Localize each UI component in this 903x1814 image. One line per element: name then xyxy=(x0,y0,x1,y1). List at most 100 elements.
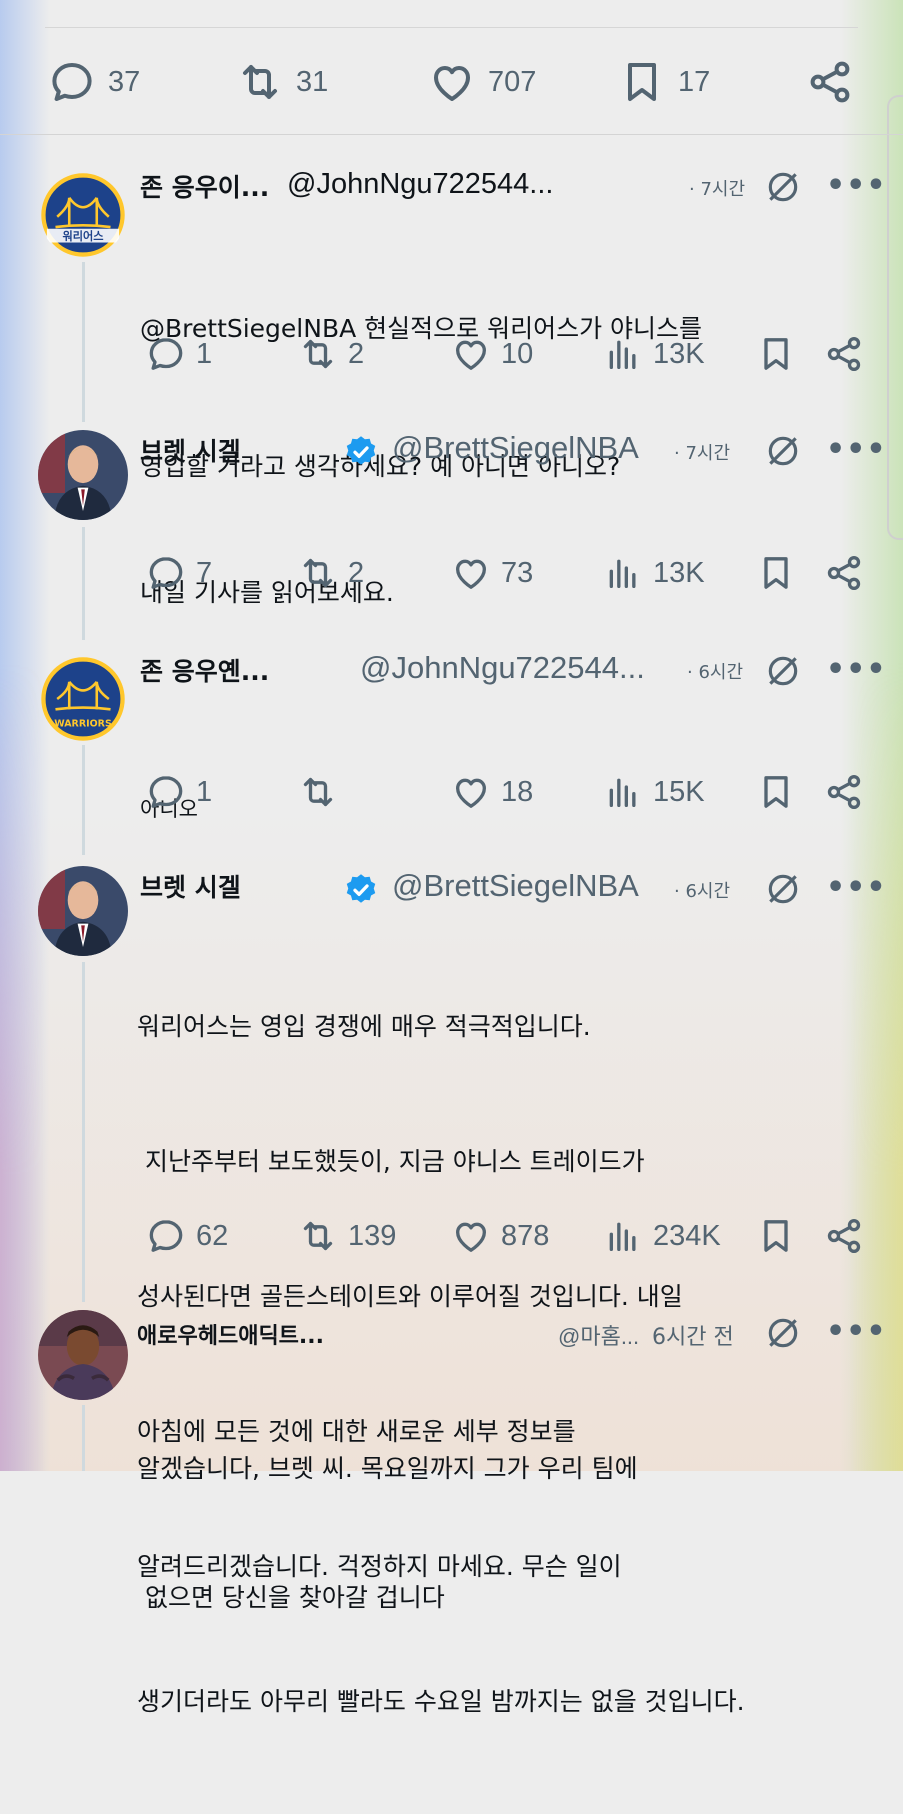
avatar[interactable]: 워리어스 xyxy=(40,172,126,258)
author-name[interactable]: 브렛 시겔 xyxy=(140,868,241,904)
grok-icon[interactable] xyxy=(764,652,802,690)
main-like-button[interactable]: 707 xyxy=(428,58,536,106)
reply-button[interactable]: 62 xyxy=(146,1216,228,1256)
bookmark-icon xyxy=(764,557,788,589)
timestamp[interactable]: · 6시간 xyxy=(687,658,743,684)
reply-icon xyxy=(149,776,183,808)
repost-icon xyxy=(303,339,333,369)
views-button[interactable]: 15K xyxy=(603,772,705,812)
repost-button[interactable] xyxy=(298,772,348,812)
main-tweet-actions: 37 31 707 17 xyxy=(0,58,903,108)
reply-count: 7 xyxy=(196,556,213,589)
avatar[interactable]: WARRIORS xyxy=(40,656,126,742)
bookmark-button[interactable] xyxy=(756,553,796,593)
reply-count: 1 xyxy=(196,337,213,370)
avatar-label: 워리어스 xyxy=(62,229,103,243)
repost-button[interactable]: 2 xyxy=(298,553,364,593)
tweet-text-line: 알겠습니다, 브렛 씨. 목요일까지 그가 우리 팀에 xyxy=(137,1454,638,1483)
more-options-icon[interactable]: ••• xyxy=(826,870,887,905)
author-name[interactable]: 존 응우옌... xyxy=(140,652,269,688)
more-options-icon[interactable]: ••• xyxy=(826,1314,887,1349)
scrollbar[interactable] xyxy=(887,95,903,540)
share-button[interactable] xyxy=(824,1216,864,1256)
author-handle[interactable]: @BrettSiegelNBA xyxy=(392,430,639,466)
share-icon xyxy=(827,555,861,591)
views-button[interactable]: 13K xyxy=(603,553,705,593)
warriors-logo-icon: 워리어스 xyxy=(41,173,125,257)
bookmark-button[interactable] xyxy=(756,334,796,374)
author-name[interactable]: 애로우헤드애딕트... xyxy=(137,1318,324,1350)
more-options-icon[interactable]: ••• xyxy=(826,168,887,203)
author-handle[interactable]: @마홈... xyxy=(558,1319,639,1351)
author-handle[interactable]: @JohnNgu722544... xyxy=(360,650,645,686)
timestamp[interactable]: · 7시간 xyxy=(689,175,745,201)
grok-icon[interactable] xyxy=(764,432,802,470)
reply-button[interactable]: 1 xyxy=(146,772,212,812)
profile-photo xyxy=(38,430,128,520)
bookmark-button[interactable] xyxy=(756,772,796,812)
grok-icon[interactable] xyxy=(764,1314,802,1352)
timestamp[interactable]: · 7시간 xyxy=(674,439,730,465)
bookmark-icon xyxy=(628,63,656,101)
like-button[interactable]: 878 xyxy=(451,1216,549,1256)
author-name[interactable]: 브렛 시겔 xyxy=(140,432,241,468)
more-options-icon[interactable]: ••• xyxy=(826,652,887,687)
repost-count: 2 xyxy=(348,337,365,370)
like-button[interactable]: 18 xyxy=(451,772,533,812)
avatar[interactable] xyxy=(38,430,128,520)
author-handle[interactable]: @JohnNgu722544... xyxy=(287,168,553,201)
tweet-text-line: 없으면 당신을 찾아갈 겁니다 xyxy=(137,1583,445,1612)
reply-button[interactable]: 1 xyxy=(146,334,212,374)
grok-icon[interactable] xyxy=(764,870,802,908)
main-bookmark-button[interactable]: 17 xyxy=(618,58,710,106)
heart-icon xyxy=(456,1222,486,1252)
tweet-actions: 1 2 10 13K xyxy=(0,334,903,374)
repost-count: 139 xyxy=(348,1219,397,1252)
repost-button[interactable]: 2 xyxy=(298,334,364,374)
avatar[interactable] xyxy=(38,1310,128,1400)
analytics-icon xyxy=(609,778,636,807)
analytics-icon xyxy=(609,559,636,588)
reply-icon xyxy=(52,63,92,101)
reply-icon xyxy=(149,338,183,370)
reply-count: 37 xyxy=(108,65,141,98)
analytics-icon xyxy=(609,1222,636,1251)
repost-button[interactable]: 139 xyxy=(298,1216,396,1256)
tweet-text-line: 워리어스는 영입 경쟁에 매우 적극적입니다. xyxy=(137,1012,591,1041)
reply-button[interactable]: 7 xyxy=(146,553,212,593)
views-button[interactable]: 13K xyxy=(603,334,705,374)
tweet-text-line: 지난주부터 보도했듯이, 지금 야니스 트레이드가 xyxy=(137,1147,645,1176)
timestamp[interactable]: · 6시간 xyxy=(674,877,730,903)
bookmark-icon xyxy=(764,1220,788,1252)
bookmark-icon xyxy=(764,776,788,808)
share-icon xyxy=(827,1218,861,1254)
share-button[interactable] xyxy=(824,334,864,374)
share-button[interactable] xyxy=(824,772,864,812)
like-button[interactable]: 10 xyxy=(451,334,533,374)
tweet-actions: 1 18 15K xyxy=(0,772,903,812)
like-count: 878 xyxy=(501,1219,550,1252)
reply-count: 1 xyxy=(196,775,213,808)
repost-count: 31 xyxy=(296,65,329,98)
views-button[interactable]: 234K xyxy=(603,1216,721,1256)
more-options-icon[interactable]: ••• xyxy=(826,432,887,467)
bookmark-count: 17 xyxy=(678,65,711,98)
share-button[interactable] xyxy=(824,553,864,593)
repost-icon xyxy=(303,1221,333,1251)
main-reply-button[interactable]: 37 xyxy=(48,58,140,106)
like-count: 73 xyxy=(501,556,534,589)
bookmark-button[interactable] xyxy=(756,1216,796,1256)
analytics-icon xyxy=(609,340,636,369)
avatar[interactable] xyxy=(38,866,128,956)
main-share-button[interactable] xyxy=(806,58,854,106)
grok-icon[interactable] xyxy=(764,168,802,206)
author-name[interactable]: 존 응우이... xyxy=(140,168,269,204)
timestamp[interactable]: 6시간 전 xyxy=(652,1319,734,1351)
main-repost-button[interactable]: 31 xyxy=(236,58,328,106)
avatar-label: WARRIORS xyxy=(54,719,112,730)
like-button[interactable]: 73 xyxy=(451,553,533,593)
author-handle[interactable]: @BrettSiegelNBA xyxy=(392,868,639,904)
like-count: 18 xyxy=(501,775,534,808)
repost-icon xyxy=(243,65,277,99)
heart-icon xyxy=(456,559,486,589)
